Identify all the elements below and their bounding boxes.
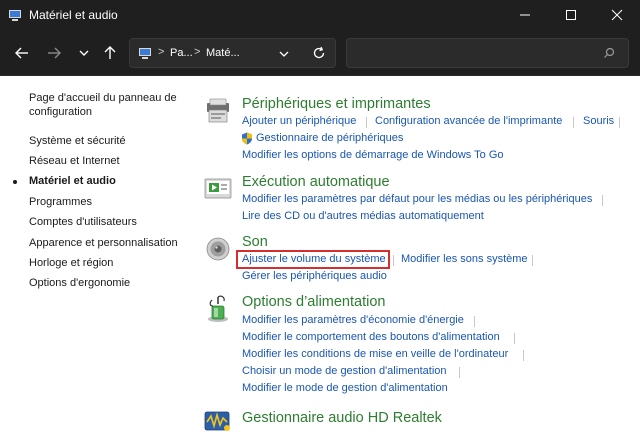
speaker-icon[interactable] (203, 234, 233, 264)
refresh-button[interactable] (312, 46, 326, 63)
up-button[interactable] (99, 42, 121, 64)
close-button[interactable] (594, 0, 640, 30)
add-device-link[interactable]: Ajouter un périphérique (242, 115, 356, 127)
window-title: Matériel et audio (29, 8, 118, 22)
chevron-down-icon (79, 50, 89, 56)
play-cds-automatically-link[interactable]: Lire des CD ou d'autres médias automatiq… (242, 210, 484, 222)
recent-locations-button[interactable] (73, 42, 95, 64)
refresh-icon (313, 46, 325, 59)
link-separator (573, 117, 574, 128)
change-sleep-conditions-link[interactable]: Modifier les conditions de mise en veill… (242, 348, 508, 360)
sidebar-item-user-accounts[interactable]: Comptes d'utilisateurs (29, 215, 137, 229)
active-item-bullet (13, 180, 17, 184)
chevron-down-icon (279, 51, 289, 57)
shield-icon (241, 132, 253, 148)
link-separator (523, 350, 524, 361)
change-power-saving-settings-link[interactable]: Modifier les paramètres d'économie d'éne… (242, 314, 464, 326)
sound-title[interactable]: Son (242, 234, 268, 250)
link-separator (514, 333, 515, 344)
autoplay-title[interactable]: Exécution automatique (242, 174, 390, 190)
change-system-sounds-link[interactable]: Modifier les sons système (401, 253, 528, 265)
navigation-bar: > Pa... > Maté... (0, 30, 640, 76)
control-panel-small-icon (138, 47, 152, 63)
forward-button[interactable] (43, 42, 65, 64)
link-separator (459, 367, 460, 378)
control-panel-icon (8, 8, 22, 22)
search-input[interactable] (346, 38, 629, 68)
arrow-up-icon (104, 46, 116, 59)
power-options-icon[interactable] (203, 294, 233, 324)
main-content: Périphériques et imprimantes Ajouter un … (200, 76, 640, 442)
title-bar: Matériel et audio (0, 0, 640, 30)
breadcrumb-separator: > (158, 46, 165, 58)
sidebar-item-appearance[interactable]: Apparence et personnalisation (29, 236, 178, 250)
arrow-left-icon (15, 47, 28, 59)
manage-audio-devices-link[interactable]: Gérer les périphériques audio (242, 270, 387, 282)
choose-power-plan-link[interactable]: Choisir un mode de gestion d'alimentatio… (242, 365, 447, 377)
link-separator (619, 117, 620, 128)
power-buttons-behavior-link[interactable]: Modifier le comportement des boutons d'a… (242, 331, 500, 343)
sidebar: Page d'accueil du panneau de configurati… (0, 76, 190, 442)
mouse-link[interactable]: Souris (583, 115, 614, 127)
realtek-audio-title[interactable]: Gestionnaire audio HD Realtek (242, 410, 442, 426)
adjust-system-volume-link[interactable]: Ajuster le volume du système (242, 253, 386, 265)
sidebar-item-programs[interactable]: Programmes (29, 195, 92, 209)
breadcrumb-control-panel[interactable]: Pa... (170, 47, 193, 59)
edit-power-plan-link[interactable]: Modifier le mode de gestion d'alimentati… (242, 382, 448, 394)
link-separator (393, 255, 394, 266)
sidebar-item-network-internet[interactable]: Réseau et Internet (29, 154, 120, 168)
sidebar-item-system-security[interactable]: Système et sécurité (29, 134, 126, 148)
sidebar-home-link[interactable]: Page d'accueil du panneau de configurati… (29, 91, 189, 119)
sidebar-item-ease-of-access[interactable]: Options d'ergonomie (29, 276, 130, 290)
link-separator (602, 195, 603, 206)
search-icon (603, 47, 615, 62)
change-media-defaults-link[interactable]: Modifier les paramètres par défaut pour … (242, 193, 592, 205)
address-bar[interactable]: > Pa... > Maté... (129, 38, 336, 68)
devices-printers-title[interactable]: Périphériques et imprimantes (242, 96, 431, 112)
advanced-printer-setup-link[interactable]: Configuration avancée de l'imprimante (375, 115, 562, 127)
windows-to-go-link[interactable]: Modifier les options de démarrage de Win… (242, 149, 504, 161)
address-dropdown-button[interactable] (278, 48, 290, 63)
sidebar-item-clock-region[interactable]: Horloge et région (29, 256, 113, 270)
autoplay-icon[interactable] (203, 174, 233, 204)
back-button[interactable] (11, 42, 33, 64)
realtek-audio-icon[interactable] (203, 406, 233, 436)
power-options-title[interactable]: Options d’alimentation (242, 294, 385, 310)
link-separator (474, 316, 475, 327)
minimize-button[interactable] (502, 0, 548, 30)
link-separator (366, 117, 367, 128)
link-separator (532, 255, 533, 266)
devices-printers-icon[interactable] (203, 97, 233, 127)
breadcrumb-hardware-audio[interactable]: Maté... (206, 47, 240, 59)
arrow-right-icon (48, 47, 61, 59)
breadcrumb-separator: > (194, 46, 201, 58)
maximize-button[interactable] (548, 0, 594, 30)
device-manager-link[interactable]: Gestionnaire de périphériques (256, 132, 403, 144)
sidebar-item-hardware-audio: Matériel et audio (29, 175, 116, 187)
